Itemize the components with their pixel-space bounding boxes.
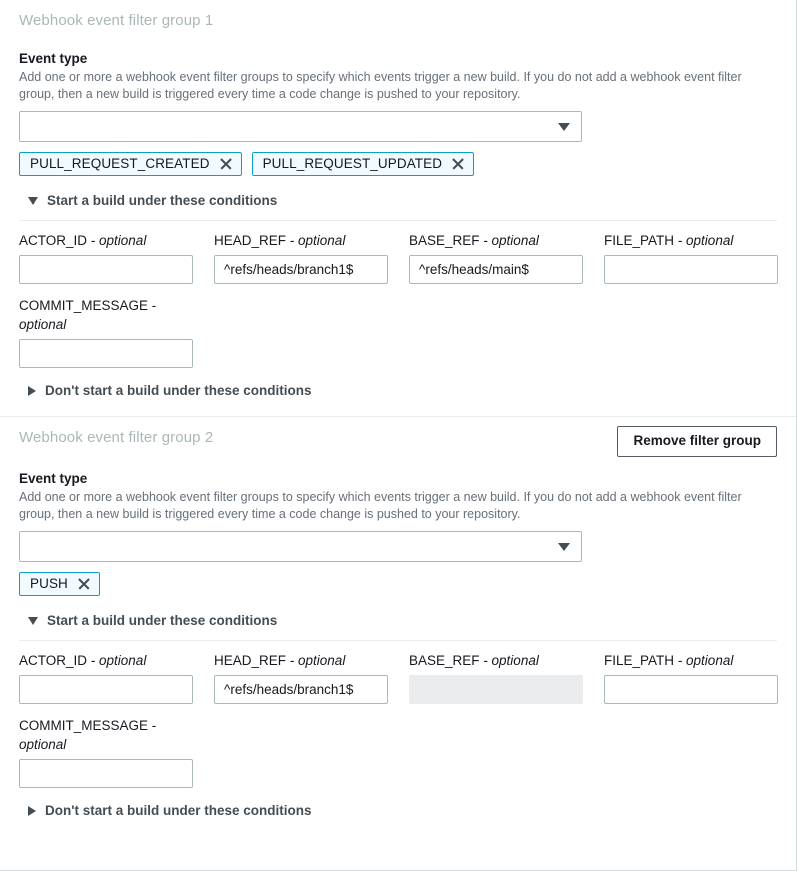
field-column-file-path: FILE_PATH - optional [604, 651, 778, 704]
group-2-event-type-label: Event type [19, 470, 777, 488]
caret-right-icon [28, 806, 36, 816]
head-ref-input[interactable] [214, 255, 388, 284]
divider [19, 640, 777, 641]
group-2-start-conditions-fields: ACTOR_ID - optional HEAD_REF - optional … [19, 651, 777, 704]
base-ref-label-suffix: - optional [483, 233, 539, 248]
head-ref-input[interactable] [214, 675, 388, 704]
file-path-label: FILE_PATH - optional [604, 651, 778, 670]
group-2-token-list: PUSH [19, 572, 777, 596]
commit-message-input[interactable] [19, 339, 193, 368]
commit-message-label-suffix: optional [19, 317, 66, 332]
webhook-filter-groups-panel: Webhook event filter group 1 Event type … [0, 0, 797, 871]
commit-message-input[interactable] [19, 759, 193, 788]
group-2-title: Webhook event filter group 2 [19, 428, 213, 448]
head-ref-label-name: HEAD_REF [214, 653, 286, 668]
group-1-token-list: PULL_REQUEST_CREATED PULL_REQUEST_UPDATE… [19, 152, 777, 176]
event-type-token-label: PUSH [30, 576, 68, 592]
group-1-start-conditions-expander: Start a build under these conditions ACT… [19, 192, 777, 368]
event-type-token[interactable]: PULL_REQUEST_UPDATED [252, 152, 475, 176]
base-ref-label-name: BASE_REF [409, 233, 480, 248]
divider [19, 220, 777, 221]
event-type-token-label: PULL_REQUEST_UPDATED [263, 156, 443, 172]
group-2-header: Webhook event filter group 2 Remove filt… [19, 417, 777, 457]
actor-id-input[interactable] [19, 255, 193, 284]
field-column-commit-message: COMMIT_MESSAGE - optional [19, 716, 193, 788]
group-1-dont-start-conditions-toggle[interactable]: Don't start a build under these conditio… [19, 382, 777, 400]
commit-message-label-name: COMMIT_MESSAGE - [19, 298, 156, 313]
head-ref-label: HEAD_REF - optional [214, 651, 388, 670]
actor-id-label-name: ACTOR_ID [19, 653, 87, 668]
actor-id-label: ACTOR_ID - optional [19, 231, 193, 250]
actor-id-label-suffix: - optional [91, 653, 147, 668]
file-path-label-suffix: - optional [678, 233, 734, 248]
field-column-head-ref: HEAD_REF - optional [214, 651, 388, 704]
webhook-filter-group-1: Webhook event filter group 1 Event type … [0, 0, 796, 416]
file-path-input[interactable] [604, 255, 778, 284]
webhook-filter-group-2: Webhook event filter group 2 Remove filt… [0, 417, 796, 836]
group-1-start-conditions-toggle[interactable]: Start a build under these conditions [19, 192, 777, 210]
actor-id-label: ACTOR_ID - optional [19, 651, 193, 670]
group-1-event-type-select-wrapper [19, 111, 582, 142]
base-ref-label: BASE_REF - optional [409, 651, 583, 670]
group-1-start-conditions-fields: ACTOR_ID - optional HEAD_REF - optional … [19, 231, 777, 284]
group-2-dont-start-conditions-title: Don't start a build under these conditio… [45, 802, 311, 820]
base-ref-input [409, 675, 583, 704]
file-path-label-suffix: - optional [678, 653, 734, 668]
remove-filter-group-button[interactable]: Remove filter group [617, 426, 777, 457]
file-path-input[interactable] [604, 675, 778, 704]
group-2-event-type-select-wrapper [19, 531, 582, 562]
field-column-actor-id: ACTOR_ID - optional [19, 231, 193, 284]
field-column-head-ref: HEAD_REF - optional [214, 231, 388, 284]
field-column-actor-id: ACTOR_ID - optional [19, 651, 193, 704]
group-1-header: Webhook event filter group 1 [19, 0, 777, 37]
field-column-file-path: FILE_PATH - optional [604, 231, 778, 284]
head-ref-label: HEAD_REF - optional [214, 231, 388, 250]
event-type-token[interactable]: PUSH [19, 572, 100, 596]
group-1-dont-start-conditions-title: Don't start a build under these conditio… [45, 382, 311, 400]
head-ref-label-suffix: - optional [290, 653, 346, 668]
event-type-token[interactable]: PULL_REQUEST_CREATED [19, 152, 242, 176]
actor-id-input[interactable] [19, 675, 193, 704]
base-ref-input[interactable] [409, 255, 583, 284]
group-2-start-conditions-expander: Start a build under these conditions ACT… [19, 612, 777, 788]
group-2-start-conditions-toggle[interactable]: Start a build under these conditions [19, 612, 777, 630]
caret-down-icon [28, 617, 38, 625]
close-icon[interactable] [219, 157, 232, 170]
file-path-label: FILE_PATH - optional [604, 231, 778, 250]
field-column-base-ref: BASE_REF - optional [409, 651, 583, 704]
field-column-base-ref: BASE_REF - optional [409, 231, 583, 284]
head-ref-label-suffix: - optional [290, 233, 346, 248]
group-2-dont-start-conditions-toggle[interactable]: Don't start a build under these conditio… [19, 802, 777, 820]
actor-id-label-suffix: - optional [91, 233, 147, 248]
group-1-title: Webhook event filter group 1 [19, 11, 213, 31]
commit-message-label: COMMIT_MESSAGE - optional [19, 716, 193, 754]
commit-message-label: COMMIT_MESSAGE - optional [19, 296, 193, 334]
close-icon[interactable] [451, 157, 464, 170]
base-ref-label-name: BASE_REF [409, 653, 480, 668]
field-column-commit-message: COMMIT_MESSAGE - optional [19, 296, 193, 368]
caret-down-icon [28, 197, 38, 205]
commit-message-label-name: COMMIT_MESSAGE - [19, 718, 156, 733]
group-1-event-type-description: Add one or more a webhook event filter g… [19, 69, 777, 103]
actor-id-label-name: ACTOR_ID [19, 233, 87, 248]
caret-right-icon [28, 386, 36, 396]
group-2-start-conditions-title: Start a build under these conditions [47, 612, 277, 630]
base-ref-label: BASE_REF - optional [409, 231, 583, 250]
group-1-dont-start-conditions-expander: Don't start a build under these conditio… [19, 382, 777, 416]
base-ref-label-suffix: - optional [483, 653, 539, 668]
group-2-event-type-select[interactable] [19, 531, 582, 562]
group-1-event-type-label: Event type [19, 50, 777, 68]
commit-message-label-suffix: optional [19, 737, 66, 752]
group-2-dont-start-conditions-expander: Don't start a build under these conditio… [19, 802, 777, 836]
file-path-label-name: FILE_PATH [604, 233, 674, 248]
group-1-start-conditions-title: Start a build under these conditions [47, 192, 277, 210]
group-2-event-type-description: Add one or more a webhook event filter g… [19, 489, 777, 523]
close-icon[interactable] [77, 577, 90, 590]
file-path-label-name: FILE_PATH [604, 653, 674, 668]
event-type-token-label: PULL_REQUEST_CREATED [30, 156, 210, 172]
head-ref-label-name: HEAD_REF [214, 233, 286, 248]
group-1-event-type-select[interactable] [19, 111, 582, 142]
